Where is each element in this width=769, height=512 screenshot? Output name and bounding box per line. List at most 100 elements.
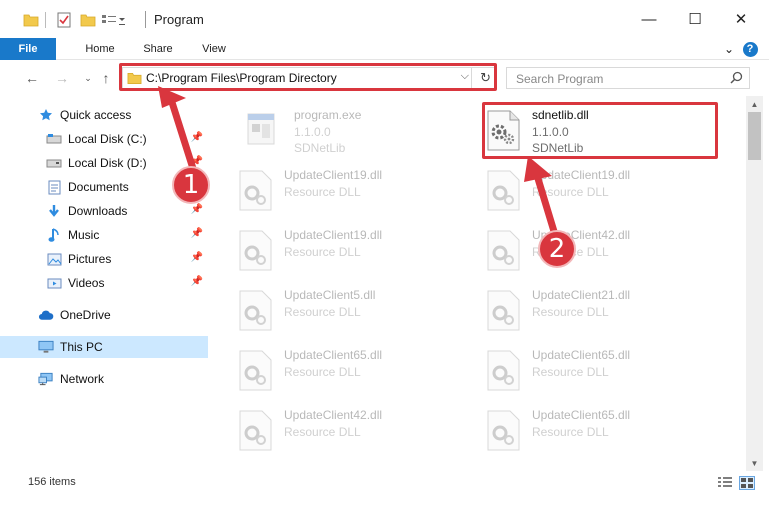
callout-2: 2: [538, 230, 576, 268]
file-item[interactable]: UpdateClient5.dll Resource DLL: [236, 282, 466, 338]
tab-view[interactable]: View: [192, 38, 236, 60]
network-icon: [38, 371, 54, 387]
file-name: UpdateClient65.dll: [284, 348, 383, 362]
file-item[interactable]: UpdateClient65.dll Resource DLL: [484, 342, 714, 398]
drive-icon: [46, 155, 62, 171]
file-name: UpdateClient65.dll: [532, 408, 631, 422]
address-path[interactable]: C:\Program Files\Program Directory: [146, 71, 337, 85]
properties-icon[interactable]: [54, 10, 74, 30]
sidebar-item-local-disk-c[interactable]: Local Disk (C:) 📌: [0, 128, 208, 150]
documents-icon: [46, 179, 62, 195]
scroll-up-icon[interactable]: ▲: [746, 96, 763, 112]
address-bar[interactable]: C:\Program Files\Program Directory ⌵ ↻: [122, 67, 495, 89]
sidebar-item-videos[interactable]: Videos 📌: [0, 272, 208, 294]
tab-home[interactable]: Home: [74, 38, 126, 60]
scrollbar-thumb[interactable]: [748, 112, 761, 160]
computer-icon: [38, 339, 54, 355]
details-view-icon[interactable]: [717, 476, 733, 490]
star-icon: [38, 107, 54, 123]
sidebar-item-pictures[interactable]: Pictures 📌: [0, 248, 208, 270]
pin-icon[interactable]: 📌: [191, 132, 203, 143]
pin-icon[interactable]: 📌: [191, 276, 203, 287]
file-description: Resource DLL: [284, 425, 361, 439]
sidebar-item-downloads[interactable]: Downloads 📌: [0, 200, 208, 222]
new-folder-icon[interactable]: [78, 10, 98, 30]
dll-file-icon: [484, 348, 524, 392]
status-bar: 156 items: [0, 472, 769, 494]
file-description: Resource DLL: [284, 365, 361, 379]
file-description: Resource DLL: [532, 365, 609, 379]
refresh-icon[interactable]: ↻: [480, 70, 491, 86]
file-item[interactable]: UpdateClient21.dll Resource DLL: [484, 282, 714, 338]
search-input[interactable]: Search Program: [516, 72, 603, 86]
file-item[interactable]: UpdateClient19.dll Resource DLL: [484, 162, 714, 218]
dll-file-icon: [236, 408, 276, 452]
close-button[interactable]: ✕: [718, 0, 764, 38]
sidebar-item-quick-access[interactable]: Quick access: [0, 104, 208, 126]
file-item[interactable]: UpdateClient65.dll Resource DLL: [236, 342, 466, 398]
customize-toolbar-icon[interactable]: [100, 10, 128, 30]
tiles-view-icon[interactable]: [739, 476, 755, 490]
sidebar-item-label: This PC: [60, 340, 103, 354]
pin-icon[interactable]: 📌: [191, 204, 203, 215]
chevron-down-icon: ⌄: [84, 72, 92, 83]
file-version: 1.1.0.0: [294, 125, 331, 139]
sidebar-item-this-pc[interactable]: This PC: [0, 336, 208, 358]
sidebar-item-label: Local Disk (C:): [68, 132, 147, 146]
maximize-icon: ☐: [688, 11, 702, 28]
file-description: Resource DLL: [532, 305, 609, 319]
file-item-program-exe[interactable]: program.exe 1.1.0.0 SDNetLib: [242, 102, 472, 158]
search-icon[interactable]: [730, 71, 743, 87]
scroll-down-icon[interactable]: ▼: [746, 455, 763, 471]
dll-file-icon: [236, 288, 276, 332]
file-version: 1.1.0.0: [532, 125, 569, 139]
tab-share[interactable]: Share: [134, 38, 182, 60]
file-name: UpdateClient19.dll: [284, 168, 383, 182]
up-arrow-icon: ↑: [102, 70, 110, 86]
item-count: 156 items: [28, 476, 76, 488]
chevron-down-icon[interactable]: ⌵: [461, 70, 469, 83]
pictures-icon: [46, 251, 62, 267]
expand-ribbon-icon[interactable]: ⌄: [720, 38, 738, 60]
forward-button[interactable]: →: [52, 68, 72, 88]
file-item[interactable]: UpdateClient65.dll Resource DLL: [484, 402, 714, 458]
dll-file-icon: [484, 288, 524, 332]
file-product: SDNetLib: [532, 141, 584, 155]
drive-icon: [46, 131, 62, 147]
file-description: Resource DLL: [532, 185, 609, 199]
file-description: Resource DLL: [532, 425, 609, 439]
sidebar-item-onedrive[interactable]: OneDrive: [0, 304, 208, 326]
sidebar-item-music[interactable]: Music 📌: [0, 224, 208, 246]
pin-icon[interactable]: 📌: [191, 252, 203, 263]
file-name: UpdateClient19.dll: [532, 168, 631, 182]
sidebar-item-label: Music: [68, 228, 100, 242]
file-name: program.exe: [294, 108, 362, 122]
file-item[interactable]: UpdateClient42.dll Resource DLL: [484, 222, 714, 278]
dll-file-icon: [236, 228, 276, 272]
sidebar-item-network[interactable]: Network: [0, 368, 208, 390]
pin-icon[interactable]: 📌: [191, 228, 203, 239]
title-separator: [145, 11, 146, 28]
file-item[interactable]: UpdateClient19.dll Resource DLL: [236, 162, 466, 218]
file-item[interactable]: UpdateClient42.dll Resource DLL: [236, 402, 466, 458]
back-button[interactable]: ←: [22, 68, 42, 88]
file-item-sdnetlib-dll[interactable]: sdnetlib.dll 1.1.0.0 SDNetLib: [484, 102, 714, 158]
help-button[interactable]: ?: [740, 38, 760, 60]
minimize-button[interactable]: —: [626, 0, 672, 38]
sidebar-item-label: Downloads: [68, 204, 128, 218]
up-button[interactable]: ↑: [96, 68, 116, 88]
dll-gear-icon: [484, 108, 524, 152]
sidebar-item-label: Network: [60, 372, 105, 386]
recent-locations-button[interactable]: ⌄: [78, 68, 98, 88]
vertical-scrollbar[interactable]: ▲ ▼: [746, 96, 763, 471]
window-title: Program: [154, 12, 204, 27]
application-icon: [242, 108, 282, 152]
navigation-pane: Quick access Local Disk (C:) 📌 Local Dis…: [0, 96, 208, 460]
folder-icon[interactable]: [22, 10, 40, 30]
file-name: UpdateClient65.dll: [532, 348, 631, 362]
file-item[interactable]: UpdateClient19.dll Resource DLL: [236, 222, 466, 278]
sidebar-item-label: Local Disk (D:): [68, 156, 147, 170]
maximize-button[interactable]: ☐: [672, 0, 718, 38]
dll-file-icon: [484, 168, 524, 212]
search-box[interactable]: Search Program: [506, 67, 750, 89]
